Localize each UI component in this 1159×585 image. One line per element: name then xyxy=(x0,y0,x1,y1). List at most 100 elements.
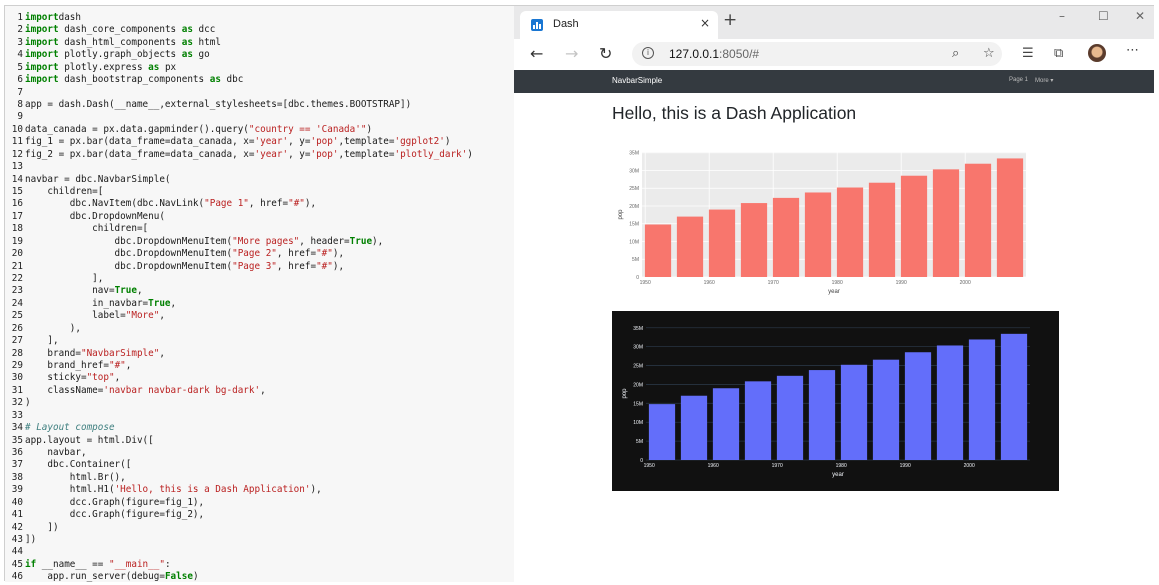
maximize-icon[interactable]: ☐ xyxy=(1098,9,1109,23)
code-line[interactable]: 43]) xyxy=(5,534,36,546)
tab-close-icon[interactable]: × xyxy=(700,16,710,30)
code-token: "__main__" xyxy=(108,558,165,570)
x-tick-label: 1960 xyxy=(708,463,719,469)
code-line[interactable]: 12 fig_2 = px.bar(data_frame=data_canada,… xyxy=(5,149,473,161)
code-line[interactable]: 19 dbc.DropdownMenuItem("More pages", he… xyxy=(5,236,383,248)
code-line[interactable]: 11 fig_1 = px.bar(data_frame=data_canada,… xyxy=(5,136,451,148)
code-line[interactable]: 38 html.Br(), xyxy=(5,472,126,484)
code-editor[interactable]: 1 importdash 2 import dash_core_components … xyxy=(5,6,515,582)
collections-icon[interactable]: ⧉ xyxy=(1054,46,1063,61)
code-token: False xyxy=(164,571,193,582)
code-line[interactable]: 41 dcc.Graph(figure=fig_2), xyxy=(5,509,204,521)
tab-strip: Dash × + – ☐ ✕ xyxy=(514,6,1154,39)
code-line[interactable]: 32) xyxy=(5,397,31,409)
code-token: 'year' xyxy=(254,136,289,148)
url-text[interactable]: 127.0.0.1:8050/# xyxy=(669,47,759,61)
minimize-icon[interactable]: – xyxy=(1059,9,1065,23)
code-line[interactable]: 40 dcc.Graph(figure=fig_1), xyxy=(5,497,204,509)
code-token: dcc.Graph(figure=fig_1), xyxy=(25,496,205,508)
code-token: import xyxy=(25,12,59,23)
code-line[interactable]: 2 import dash_core_components as dcc xyxy=(5,24,215,36)
code-token: ), xyxy=(25,322,81,334)
forward-icon[interactable]: → xyxy=(565,44,578,63)
zoom-icon[interactable]: ⌕ xyxy=(952,46,959,61)
info-icon[interactable]: i xyxy=(642,47,654,59)
y-tick-label: 25M xyxy=(629,186,639,192)
code-line[interactable]: 10 data_canada = px.data.gapminder().quer… xyxy=(5,124,372,136)
code-line[interactable]: 37 dbc.Container([ xyxy=(5,459,132,471)
code-line[interactable]: 26 ), xyxy=(5,323,81,335)
line-number: 30 xyxy=(11,372,23,384)
code-line[interactable]: 14 navbar = dbc.NavbarSimple( xyxy=(5,174,171,186)
y-tick-label: 35M xyxy=(629,151,639,157)
code-line[interactable]: 1 importdash xyxy=(5,12,81,24)
code-line[interactable]: 21 dbc.DropdownMenuItem("Page 3", href="… xyxy=(5,261,344,273)
bar-1982 xyxy=(836,187,864,277)
code-token: if xyxy=(25,558,37,570)
code-token: app = dash.Dash(__name__,external_styles… xyxy=(25,99,412,110)
code-line[interactable]: 42 ]) xyxy=(5,522,59,534)
code-token: import xyxy=(25,49,59,61)
code-line[interactable]: 7 xyxy=(5,87,25,99)
line-number: 43 xyxy=(11,534,23,546)
code-line[interactable]: 22 ], xyxy=(5,273,104,285)
bar-2002 xyxy=(968,339,996,460)
navbar-brand[interactable]: NavbarSimple xyxy=(612,76,662,85)
code-token: ], xyxy=(25,335,59,347)
code-line[interactable]: 6 import dash_bootstrap_components as dbc xyxy=(5,74,243,86)
bar-chart-ggplot2[interactable]: 05M10M15M20M25M30M35M1950 1960 1970 1980 199… xyxy=(612,145,1030,300)
address-bar[interactable]: i 127.0.0.1:8050/# xyxy=(632,42,1002,66)
code-token: navbar, xyxy=(25,447,87,459)
more-icon[interactable]: ⋯ xyxy=(1126,43,1139,58)
code-line[interactable]: 30 sticky="top", xyxy=(5,372,120,384)
code-line[interactable]: 27 ], xyxy=(5,335,59,347)
bar-chart-plotly-dark[interactable]: 05M10M15M20M25M30M35M1950 1960 1970 1980 199… xyxy=(612,311,1059,491)
refresh-icon[interactable]: ↻ xyxy=(599,44,612,63)
code-line[interactable]: 24 in_navbar=True, xyxy=(5,298,176,310)
code-line[interactable]: 39 html.H1('Hello, this is a Dash Applic… xyxy=(5,484,322,496)
code-line[interactable]: 44 xyxy=(5,546,25,558)
code-line[interactable]: 31 className='navbar navbar-dark bg-dark… xyxy=(5,385,266,397)
code-line[interactable]: 18 children=[ xyxy=(5,223,148,235)
code-line[interactable]: 4 import plotly.graph_objects as go xyxy=(5,49,209,61)
code-token: ]) xyxy=(25,534,37,546)
code-token: import xyxy=(25,74,59,86)
code-line[interactable]: 8 app = dash.Dash(__name__,external_style… xyxy=(5,99,411,111)
bar-1972 xyxy=(772,197,800,277)
favorite-star-icon[interactable]: ☆ xyxy=(983,46,995,61)
nav-dropdown-more[interactable]: More ▾ xyxy=(1035,77,1053,84)
code-line[interactable]: 34 # Layout compose xyxy=(5,422,115,434)
new-tab-button[interactable]: + xyxy=(723,10,737,30)
code-line[interactable]: 36 navbar, xyxy=(5,447,87,459)
code-line[interactable]: 15 children=[ xyxy=(5,186,104,198)
code-line[interactable]: 45 if __name__ == "__main__": xyxy=(5,559,171,571)
code-line[interactable]: 20 dbc.DropdownMenuItem("Page 2", href="… xyxy=(5,248,344,260)
close-icon[interactable]: ✕ xyxy=(1135,9,1145,23)
back-icon[interactable]: ← xyxy=(530,44,543,63)
code-token: ) xyxy=(467,148,473,160)
line-number: 45 xyxy=(11,558,23,570)
code-line[interactable]: 28 brand="NavbarSimple", xyxy=(5,348,165,360)
nav-link-page-1[interactable]: Page 1 xyxy=(1009,77,1028,83)
code-line[interactable]: 3 import dash_html_components as html xyxy=(5,37,221,49)
line-number: 32 xyxy=(11,397,23,409)
code-line[interactable]: 46 app.run_server(debug=False) xyxy=(5,571,199,582)
code-line[interactable]: 16 dbc.NavItem(dbc.NavLink("Page 1", hre… xyxy=(5,198,316,210)
code-token: sticky= xyxy=(25,372,87,384)
code-line[interactable]: 17 dbc.DropdownMenu( xyxy=(5,211,165,223)
code-token: dbc.DropdownMenu( xyxy=(25,210,165,222)
code-line[interactable]: 9 xyxy=(5,111,25,123)
code-line[interactable]: 33 xyxy=(5,410,25,422)
bar-2007 xyxy=(1000,333,1028,460)
code-token: dbc xyxy=(220,74,244,86)
code-line[interactable]: 35 app.layout = html.Div([ xyxy=(5,435,154,447)
profile-avatar[interactable] xyxy=(1088,44,1106,62)
browser-tab[interactable]: Dash × xyxy=(520,11,718,39)
favorites-icon[interactable]: ☰ xyxy=(1022,46,1034,61)
code-line[interactable]: 23 nav=True, xyxy=(5,285,143,297)
code-line[interactable]: 5 import plotly.express as px xyxy=(5,62,176,74)
code-line[interactable]: 25 label="More", xyxy=(5,310,165,322)
code-line[interactable]: 13 xyxy=(5,161,25,173)
y-tick-label: 10M xyxy=(629,239,639,245)
code-line[interactable]: 29 brand_href="#", xyxy=(5,360,132,372)
